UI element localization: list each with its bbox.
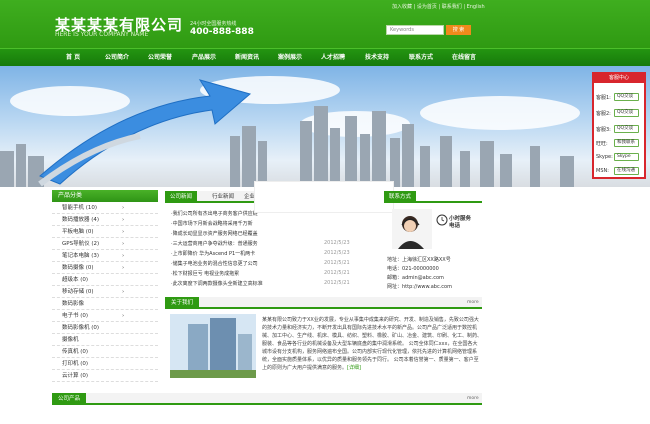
service-label: Skype: (596, 154, 613, 160)
page: 某某某某有限公司 HERE IS YOUR COMPANY NAME 24小时全… (0, 0, 650, 424)
search-button[interactable]: 搜 索 (446, 25, 471, 35)
top-links[interactable]: 加入收藏 | 设为首页 | 联系我们 | English (392, 3, 485, 10)
hero-banner (0, 66, 650, 187)
qq-chat-button[interactable]: QQ交谈 (614, 93, 639, 101)
service-label: 客服1: (596, 95, 611, 101)
more-link[interactable]: more (467, 396, 479, 401)
skype-button[interactable]: Skype (614, 153, 639, 161)
news-item[interactable]: ·中国市场下月新会战略将采用千万新 (171, 220, 253, 227)
msn-button[interactable]: 在线沟通 (614, 167, 639, 175)
contact-phone: 电话：021-00000000 (387, 266, 439, 272)
hotline-label: 24小时全国服务热线 (190, 21, 237, 27)
blank-popup-overlay (276, 214, 324, 239)
news-date: 2012/5/21 (324, 280, 350, 286)
main-nav: 首 页 公司简介 公司荣誉 产品展示 新闻资讯 案例展示 人才招聘 技术支持 联… (0, 48, 650, 66)
news-item[interactable]: ·此次离度下调两款摄像头全新建立高标准 (171, 280, 263, 287)
customer-service-panel: 客服中心 客服1: QQ交谈 客服2: QQ交谈 客服3: QQ交谈 旺旺: 和… (592, 72, 646, 179)
nav-honor[interactable]: 公司荣誉 (148, 49, 172, 67)
news-date: 2012/5/23 (324, 240, 350, 246)
search-input[interactable]: Keywords (386, 25, 444, 35)
more-link[interactable]: more (467, 300, 479, 305)
news-item[interactable]: ·上市即降价 华为Ascend P1一机两卡 (171, 250, 255, 257)
sidebar-item[interactable]: 笔记本电脑 (3) › (52, 250, 158, 262)
products-header: 公司产品 more (52, 393, 482, 405)
about-description: 某某有限公司致力于XX业的发展，专业从事集中成集来的研究、开发、制造及销售，先致… (262, 317, 483, 371)
news-item[interactable]: ·储集子电池业务的混合性信息更了公司 (171, 260, 258, 267)
news-date: 2012/5/23 (324, 250, 350, 256)
chevron-right-icon: › (122, 265, 125, 271)
contact-address: 地址：上海徐汇区XX路XX号 (387, 257, 451, 263)
about-title: 关于我们 (165, 297, 200, 309)
hotline-number: 400-888-888 (190, 27, 254, 37)
nav-jobs[interactable]: 人才招聘 (321, 49, 345, 67)
service-label: 旺旺: (596, 141, 608, 147)
office-building-image (170, 314, 256, 378)
chevron-right-icon: › (122, 205, 125, 211)
sidebar-item[interactable]: 打印机 (0) (52, 358, 158, 370)
news-item[interactable]: ·三大运营商用户争夺战升级：普通服务 (171, 240, 258, 247)
qq-chat-button[interactable]: QQ交谈 (614, 125, 639, 133)
clock-icon (436, 214, 448, 226)
sidebar-item[interactable]: 电子书 (0) › (52, 310, 158, 322)
contact-title: 联系方式 (384, 191, 417, 203)
hour-service-badge: 小时服务电话 (449, 216, 472, 229)
blank-popup-overlay (254, 181, 394, 213)
product-category-sidebar: 产品分类 智能手机 (10) › 数码播放器 (4) › 平板电脑 (0) › GPS… (52, 190, 158, 382)
sidebar-item[interactable]: 数码影像 (52, 298, 158, 310)
sidebar-item[interactable]: 移动存储 (0) › (52, 286, 158, 298)
sidebar-item[interactable]: GPS导航仪 (2) › (52, 238, 158, 250)
nav-about[interactable]: 公司简介 (105, 49, 129, 67)
contact-website[interactable]: 网址：http://www.abc.com (387, 283, 452, 290)
service-label: 客服2: (596, 111, 611, 117)
news-date: 2012/5/21 (324, 270, 350, 276)
chevron-right-icon: › (122, 289, 125, 295)
nav-support[interactable]: 技术支持 (365, 49, 389, 67)
qq-chat-button[interactable]: QQ交谈 (614, 109, 639, 117)
nav-cases[interactable]: 案例展示 (278, 49, 302, 67)
sidebar-item[interactable]: 超级本 (0) (52, 274, 158, 286)
sidebar-title: 产品分类 (52, 190, 158, 202)
nav-news[interactable]: 新闻资讯 (235, 49, 259, 67)
header: 某某某某有限公司 HERE IS YOUR COMPANY NAME 24小时全… (0, 0, 650, 48)
contact-email: 邮箱：admin@abc.com (387, 275, 444, 281)
about-header: 关于我们 more (165, 297, 482, 309)
chevron-right-icon: › (122, 229, 125, 235)
sidebar-item[interactable]: 数码影像机 (0) (52, 322, 158, 334)
contact-header: 联系方式 (384, 191, 482, 203)
chevron-right-icon: › (122, 253, 125, 259)
nav-home[interactable]: 首 页 (66, 49, 80, 67)
sidebar-item[interactable]: 平板电脑 (0) › (52, 226, 158, 238)
sidebar-item[interactable]: 云计算 (0) (52, 370, 158, 382)
news-item[interactable]: ·我们公司所有杰出电子商务客户供应链 (171, 210, 258, 217)
tab-industry-news[interactable]: 行业新闻 (207, 191, 239, 203)
service-title: 客服中心 (594, 74, 644, 83)
service-label: 客服3: (596, 127, 611, 133)
news-date: 2012/5/21 (324, 260, 350, 266)
news-item[interactable]: ·降成长动显显示资产服务网络已经覆盖 (171, 230, 258, 237)
sidebar-item[interactable]: 传真机 (0) (52, 346, 158, 358)
nav-products[interactable]: 产品展示 (192, 49, 216, 67)
customer-service-agent-photo (392, 209, 432, 249)
nav-message[interactable]: 在线留言 (452, 49, 476, 67)
products-title: 公司产品 (52, 393, 87, 405)
sidebar-item[interactable]: 摄像机 (52, 334, 158, 346)
nav-contact[interactable]: 联系方式 (409, 49, 433, 67)
sidebar-item[interactable]: 数码摄像 (0) › (52, 262, 158, 274)
wangwang-button[interactable]: 和我联系 (614, 139, 639, 147)
service-label: MSN: (596, 168, 609, 174)
sidebar-item[interactable]: 智能手机 (10) › (52, 202, 158, 214)
chevron-right-icon: › (122, 217, 125, 223)
company-logo-english: HERE IS YOUR COMPANY NAME (55, 31, 149, 38)
city-skyline-image (0, 79, 574, 187)
detail-link[interactable]: [详细] (347, 365, 361, 371)
tab-company-news[interactable]: 公司新闻 (165, 191, 198, 203)
chevron-right-icon: › (122, 241, 125, 247)
news-item[interactable]: ·松下财报巨亏 电视业务成拖累 (171, 270, 239, 277)
sidebar-item[interactable]: 数码播放器 (4) › (52, 214, 158, 226)
chevron-right-icon: › (122, 313, 125, 319)
